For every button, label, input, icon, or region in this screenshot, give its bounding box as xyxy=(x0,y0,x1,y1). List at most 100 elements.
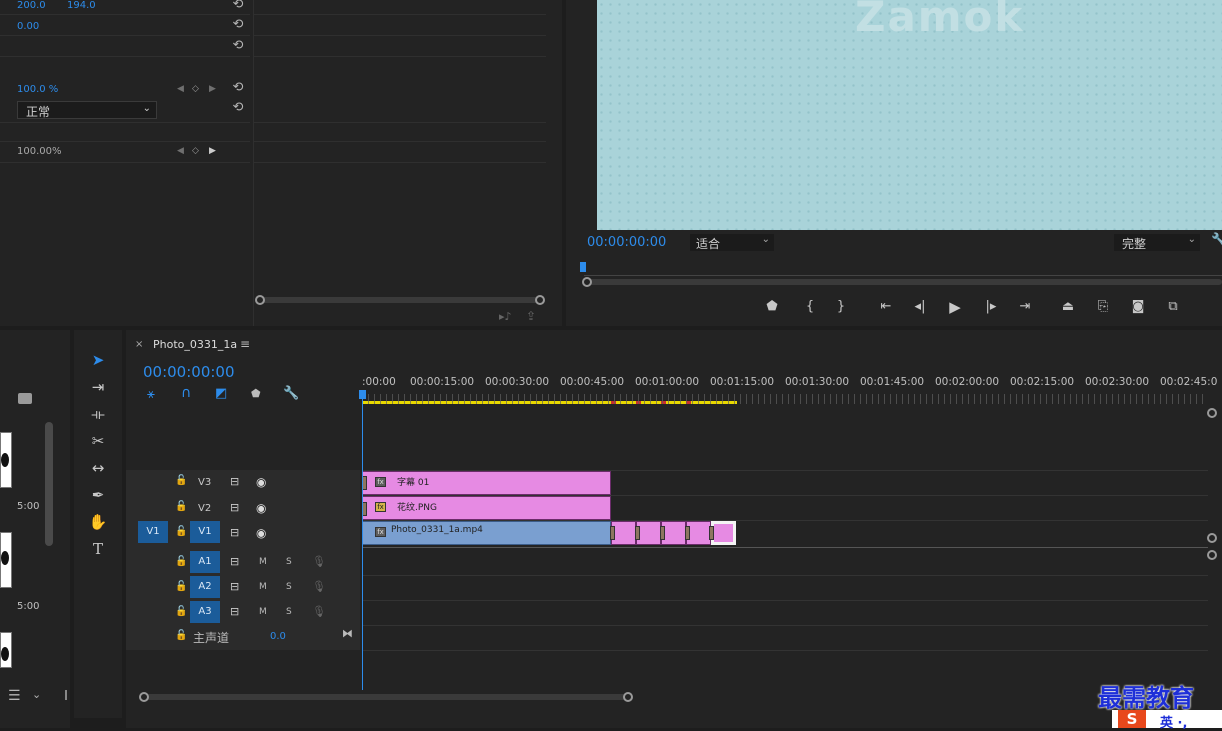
type-tool-icon[interactable]: T xyxy=(87,538,109,560)
scroll-handle[interactable] xyxy=(139,692,149,702)
extract-icon[interactable]: ⎘ xyxy=(1091,298,1115,316)
mark-out-icon[interactable]: } xyxy=(829,298,853,316)
go-to-end-icon[interactable]: ⧓ xyxy=(342,627,353,640)
mute-button[interactable]: M xyxy=(259,607,267,617)
eye-icon[interactable]: ◉ xyxy=(256,526,266,540)
sync-lock-icon[interactable]: ⊟ xyxy=(230,605,239,618)
master-volume-value[interactable]: 0.0 xyxy=(270,631,286,642)
rotation-value[interactable]: 0.00 xyxy=(17,21,39,32)
solo-button[interactable]: S xyxy=(286,582,292,592)
go-to-in-icon[interactable]: ⇤ xyxy=(874,298,898,316)
eye-icon[interactable]: ◉ xyxy=(256,475,266,489)
sync-lock-icon[interactable]: ⊟ xyxy=(230,555,239,568)
close-icon[interactable]: × xyxy=(135,339,143,350)
step-back-icon[interactable]: ◂| xyxy=(908,298,932,316)
program-video-frame[interactable]: Zamok xyxy=(597,0,1222,230)
reset-icon[interactable]: ⟲ xyxy=(231,39,245,52)
solo-button[interactable]: S xyxy=(286,607,292,617)
reset-icon[interactable]: ⟲ xyxy=(231,81,245,94)
sync-lock-icon[interactable]: ⊟ xyxy=(230,526,239,539)
position-y-value[interactable]: 194.0 xyxy=(67,0,96,11)
effect-timeline-area[interactable] xyxy=(253,0,546,326)
scroll-handle[interactable] xyxy=(535,295,545,305)
scroll-handle[interactable] xyxy=(1207,550,1217,560)
track-select-tool-icon[interactable]: ⇥ xyxy=(87,376,109,398)
project-scrollbar[interactable] xyxy=(45,422,53,546)
effect-zoom-scrollbar[interactable] xyxy=(258,297,542,303)
track-area[interactable] xyxy=(362,410,1208,688)
clip-title-01[interactable]: fx 字幕 01 xyxy=(362,471,611,495)
monitor-zoom-scrollbar[interactable] xyxy=(586,279,1222,285)
sync-lock-icon[interactable]: ⊟ xyxy=(230,475,239,488)
eye-icon[interactable]: ◉ xyxy=(256,501,266,515)
lock-icon[interactable]: 🔓 xyxy=(175,606,187,617)
slip-tool-icon[interactable]: ↔ xyxy=(87,457,109,479)
sync-lock-icon[interactable]: ⊟ xyxy=(230,580,239,593)
chevron-down-icon[interactable]: ⌄ xyxy=(32,688,41,701)
lock-icon[interactable]: 🔓 xyxy=(175,526,187,537)
scroll-handle[interactable] xyxy=(255,295,265,305)
linked-selection-icon[interactable]: ∩ xyxy=(181,385,191,401)
add-marker-icon[interactable]: ⬟ xyxy=(251,387,261,400)
step-forward-icon[interactable]: |▸ xyxy=(979,298,1003,316)
track-label[interactable]: V2 xyxy=(198,503,211,514)
export-icon[interactable]: ⇪ xyxy=(526,309,536,323)
monitor-time-ruler[interactable] xyxy=(584,262,1222,276)
sync-lock-icon[interactable]: ⊟ xyxy=(230,501,239,514)
clip-pattern-png[interactable]: fx 花纹.PNG xyxy=(362,496,611,520)
timeline-tab-title[interactable]: Photo_0331_1a xyxy=(153,338,237,351)
go-to-out-icon[interactable]: ⇥ xyxy=(1013,298,1037,316)
menu-icon[interactable]: ≡ xyxy=(240,337,250,351)
media-thumbnail[interactable] xyxy=(0,532,12,588)
scroll-handle[interactable] xyxy=(623,692,633,702)
program-timecode[interactable]: 00:00:00:00 xyxy=(587,235,666,250)
scroll-handle[interactable] xyxy=(1207,533,1217,543)
insert-overwrite-icon[interactable]: ◩ xyxy=(215,386,227,401)
media-thumbnail[interactable] xyxy=(0,432,12,488)
track-target-a1[interactable]: A1 xyxy=(190,551,220,573)
microphone-icon[interactable]: 🎙 xyxy=(312,605,326,618)
razor-tool-icon[interactable]: ✂ xyxy=(87,430,109,452)
microphone-icon[interactable]: 🎙 xyxy=(312,555,326,568)
track-target-v1[interactable]: V1 xyxy=(190,521,220,543)
track-target-a2[interactable]: A2 xyxy=(190,576,220,598)
ripple-edit-tool-icon[interactable]: ⟛ xyxy=(87,403,109,425)
sogou-logo-icon[interactable]: S xyxy=(1118,710,1146,728)
list-view-icon[interactable]: ☰ xyxy=(8,688,21,704)
time-remap-value[interactable]: 100.00% xyxy=(17,146,62,157)
mute-button[interactable]: M xyxy=(259,557,267,567)
filter-audio-icon[interactable]: ▸♪ xyxy=(499,310,512,323)
blend-mode-select[interactable]: 正常 ⌄ xyxy=(17,101,157,119)
clip-video-mp4[interactable]: fx Photo_0331_1a.mp4 xyxy=(362,521,611,545)
timeline-zoom-scrollbar[interactable] xyxy=(144,694,628,700)
scroll-handle[interactable] xyxy=(582,277,592,287)
reset-icon[interactable]: ⟲ xyxy=(231,0,245,11)
solo-button[interactable]: S xyxy=(286,557,292,567)
reset-icon[interactable]: ⟲ xyxy=(231,18,245,31)
add-keyframe-icon[interactable]: ◇ xyxy=(192,146,199,156)
prev-keyframe-icon[interactable]: ◀ xyxy=(177,146,184,156)
track-target-a3[interactable]: A3 xyxy=(190,601,220,623)
comparison-view-icon[interactable]: ⧉ xyxy=(1161,298,1185,316)
time-ruler-ticks[interactable] xyxy=(362,394,1208,404)
lock-icon[interactable]: 🔓 xyxy=(175,581,187,592)
lift-icon[interactable]: ⏏ xyxy=(1056,298,1080,316)
ime-mode-text[interactable]: 英 ·, xyxy=(1160,712,1187,731)
playhead[interactable] xyxy=(362,390,363,690)
hand-tool-icon[interactable]: ✋ xyxy=(87,511,109,533)
timeline-timecode[interactable]: 00:00:00:00 xyxy=(143,363,235,381)
lock-icon[interactable]: 🔓 xyxy=(175,556,187,567)
wrench-icon[interactable]: 🔧 xyxy=(283,386,299,401)
quality-select[interactable]: 完整 ⌄ xyxy=(1114,234,1200,251)
next-keyframe-icon[interactable]: ▶ xyxy=(209,146,216,156)
track-label[interactable]: V3 xyxy=(198,477,211,488)
mark-in-icon[interactable]: { xyxy=(798,298,822,316)
scroll-handle[interactable] xyxy=(1207,408,1217,418)
add-keyframe-icon[interactable]: ◇ xyxy=(192,84,199,94)
fit-select[interactable]: 适合 ⌄ xyxy=(690,234,774,251)
reset-icon[interactable]: ⟲ xyxy=(231,101,245,114)
selection-tool-icon[interactable]: ➤ xyxy=(87,349,109,371)
media-thumbnail[interactable] xyxy=(0,632,12,668)
lock-icon[interactable]: 🔓 xyxy=(175,501,187,512)
next-keyframe-icon[interactable]: ▶ xyxy=(209,84,216,94)
